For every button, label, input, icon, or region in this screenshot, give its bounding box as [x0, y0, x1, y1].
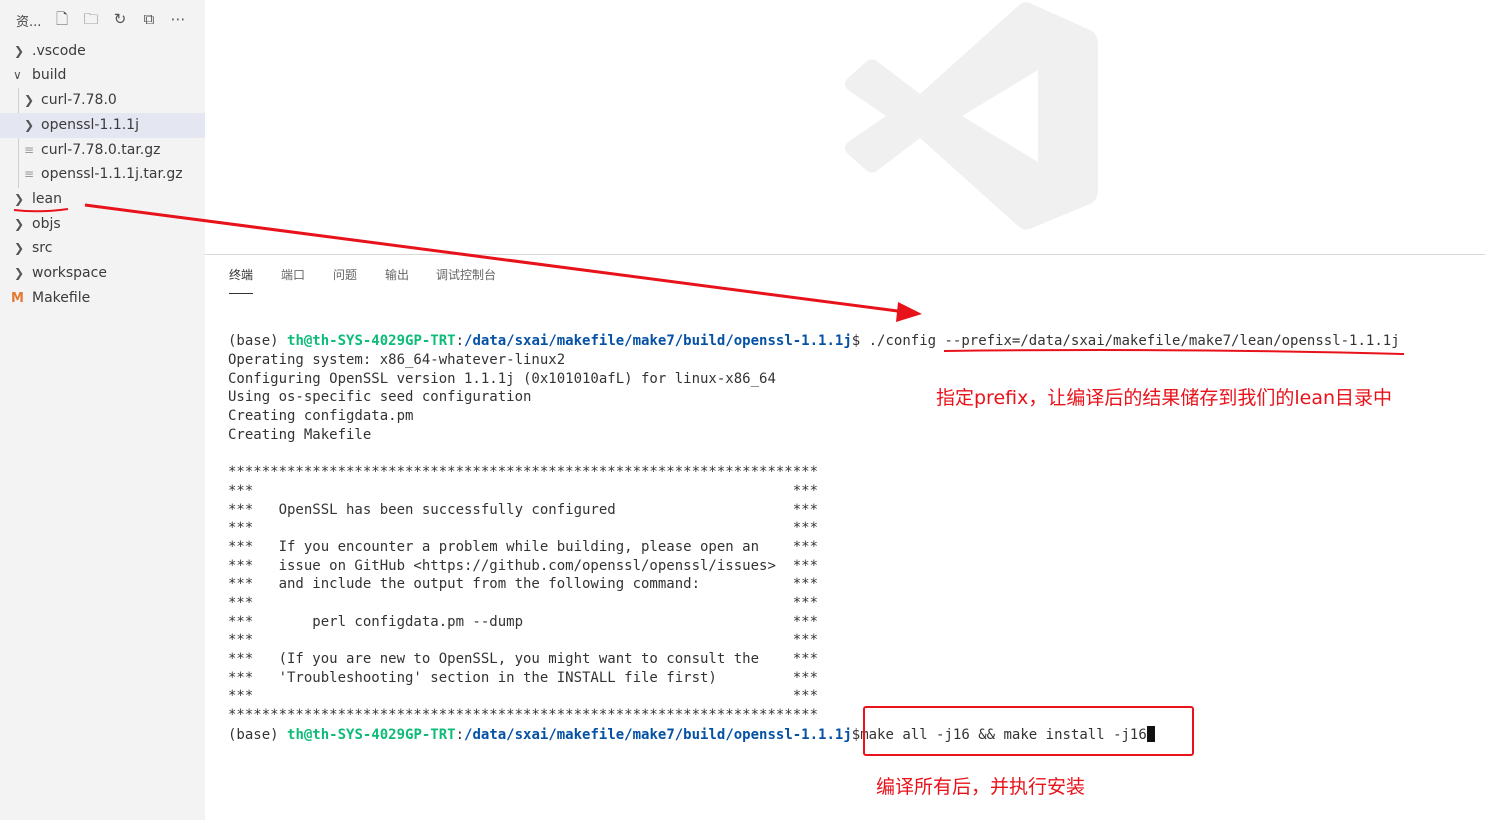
tree-item-label: src [32, 240, 53, 256]
prompt-dollar-2: $ [851, 727, 861, 743]
tab-output[interactable]: 输出 [385, 267, 409, 293]
tree-item-label: curl-7.78.0 [41, 92, 117, 108]
collapse-all-icon[interactable]: ⧉ [139, 9, 159, 29]
annotation-make-note: 编译所有后，并执行安装 [876, 776, 1086, 798]
file-icon: ≡ [24, 167, 35, 181]
terminal-command-line-1[interactable]: (base) th@th-SYS-4029GP-TRT:/data/sxai/m… [228, 332, 1400, 351]
chevron-right-icon: ❯ [14, 266, 25, 280]
tree-item-vscode[interactable]: ❯ .vscode [0, 39, 205, 64]
chevron-right-icon: ❯ [14, 241, 25, 255]
terminal-output: Operating system: x86_64-whatever-linux2… [228, 351, 818, 725]
prompt-path: /data/sxai/makefile/make7/build/openssl-… [464, 727, 852, 743]
prompt-dollar: $ [851, 333, 869, 349]
chevron-right-icon: ❯ [24, 118, 35, 132]
terminal-output-line: *** OpenSSL has been successfully config… [228, 501, 819, 518]
chevron-right-icon: ❯ [24, 93, 35, 107]
tree-item-build[interactable]: ∨ build [0, 63, 205, 88]
tree-item-lean[interactable]: ❯ lean [0, 187, 205, 212]
tree-item-label: build [32, 67, 67, 83]
tree-item-label: Makefile [32, 290, 91, 306]
more-icon[interactable]: ⋯ [168, 9, 188, 29]
tree-item-openssl-tarball[interactable]: ≡ openssl-1.1.1j.tar.gz [0, 162, 205, 187]
terminal-command-line-2[interactable]: (base) th@th-SYS-4029GP-TRT:/data/sxai/m… [228, 726, 1155, 745]
terminal-output-line: *** issue on GitHub <https://github.com/… [228, 557, 819, 574]
terminal-output-line: *** *** [228, 482, 819, 499]
terminal-output-line: Creating configdata.pm [228, 408, 414, 425]
config-command: ./config --prefix=/data/sxai/makefile/ma… [868, 333, 1400, 349]
new-folder-icon[interactable]: 🗀 [81, 9, 101, 29]
tree-item-label: .vscode [32, 43, 86, 59]
tree-item-label: curl-7.78.0.tar.gz [41, 142, 161, 158]
prompt-prefix: (base) [228, 333, 288, 349]
terminal-output-line: ****************************************… [228, 464, 819, 481]
tree-item-label: lean [32, 191, 62, 207]
prompt-colon: : [455, 727, 465, 743]
chevron-right-icon: ❯ [14, 44, 25, 58]
prompt-colon: : [455, 333, 465, 349]
tree-item-objs[interactable]: ❯ objs [0, 212, 205, 237]
terminal-output-line: *** *** [228, 688, 819, 705]
new-file-icon[interactable]: 🗋 [52, 9, 72, 29]
terminal-output-line: *** *** [228, 520, 819, 537]
tree-item-curl-tarball[interactable]: ≡ curl-7.78.0.tar.gz [0, 138, 205, 163]
terminal-output-line: *** and include the output from the foll… [228, 576, 819, 593]
tree-item-label: openssl-1.1.1j [41, 117, 139, 133]
prompt-prefix: (base) [228, 727, 288, 743]
terminal-output-line: Configuring OpenSSL version 1.1.1j (0x10… [228, 370, 776, 387]
file-icon: ≡ [24, 143, 35, 157]
chevron-right-icon: ❯ [14, 217, 25, 231]
tree-item-label: workspace [32, 265, 107, 281]
tree-item-workspace[interactable]: ❯ workspace [0, 261, 205, 286]
terminal-output-line: Operating system: x86_64-whatever-linux2 [228, 352, 566, 368]
terminal-output-line: Creating Makefile [228, 426, 372, 443]
tree-item-src[interactable]: ❯ src [0, 236, 205, 261]
tree-item-makefile[interactable]: M Makefile [0, 286, 205, 311]
chevron-down-icon: ∨ [13, 68, 22, 82]
terminal-output-line: *** perl configdata.pm --dump *** [228, 613, 819, 630]
terminal-output-line: *** (If you are new to OpenSSL, you migh… [228, 651, 819, 667]
tree-item-label: openssl-1.1.1j.tar.gz [41, 166, 183, 182]
tab-debug-console[interactable]: 调试控制台 [436, 267, 496, 293]
explorer-title: 资... [16, 15, 42, 30]
vscode-logo-watermark [845, 2, 1098, 230]
prompt-user: th@th-SYS-4029GP-TRT [287, 333, 456, 349]
terminal-output-line: *** If you encounter a problem while bui… [228, 538, 819, 555]
explorer-header: 资... 🗋 🗀 ↻ ⧉ ⋯ [0, 0, 205, 38]
prompt-user: th@th-SYS-4029GP-TRT [287, 727, 456, 743]
annotation-prefix-note: 指定prefix，让编译后的结果储存到我们的lean目录中 [936, 387, 1393, 409]
prompt-path: /data/sxai/makefile/make7/build/openssl-… [464, 333, 852, 349]
terminal-output-line: Using os-specific seed configuration [228, 389, 532, 406]
tab-problems[interactable]: 问题 [333, 267, 357, 293]
tree-item-openssl[interactable]: ❯ openssl-1.1.1j [0, 113, 205, 138]
terminal-output-line: *** *** [228, 632, 819, 649]
tree-item-label: objs [32, 216, 61, 232]
terminal-output-line: *** 'Troubleshooting' section in the INS… [228, 669, 819, 686]
makefile-icon: M [11, 291, 24, 306]
tab-terminal[interactable]: 终端 [229, 267, 254, 294]
terminal-output-line: *** *** [228, 594, 819, 611]
explorer-sidebar: 资... 🗋 🗀 ↻ ⧉ ⋯ ❯ .vscode ∨ build ❯ curl-… [0, 0, 205, 820]
tab-ports[interactable]: 端口 [281, 267, 305, 293]
tree-item-curl[interactable]: ❯ curl-7.78.0 [0, 88, 205, 113]
refresh-icon[interactable]: ↻ [110, 9, 130, 29]
make-command: make all -j16 && make install -j16 [860, 727, 1147, 743]
terminal-output-line: ****************************************… [228, 707, 819, 724]
chevron-right-icon: ❯ [14, 192, 25, 206]
terminal-cursor [1146, 726, 1155, 742]
